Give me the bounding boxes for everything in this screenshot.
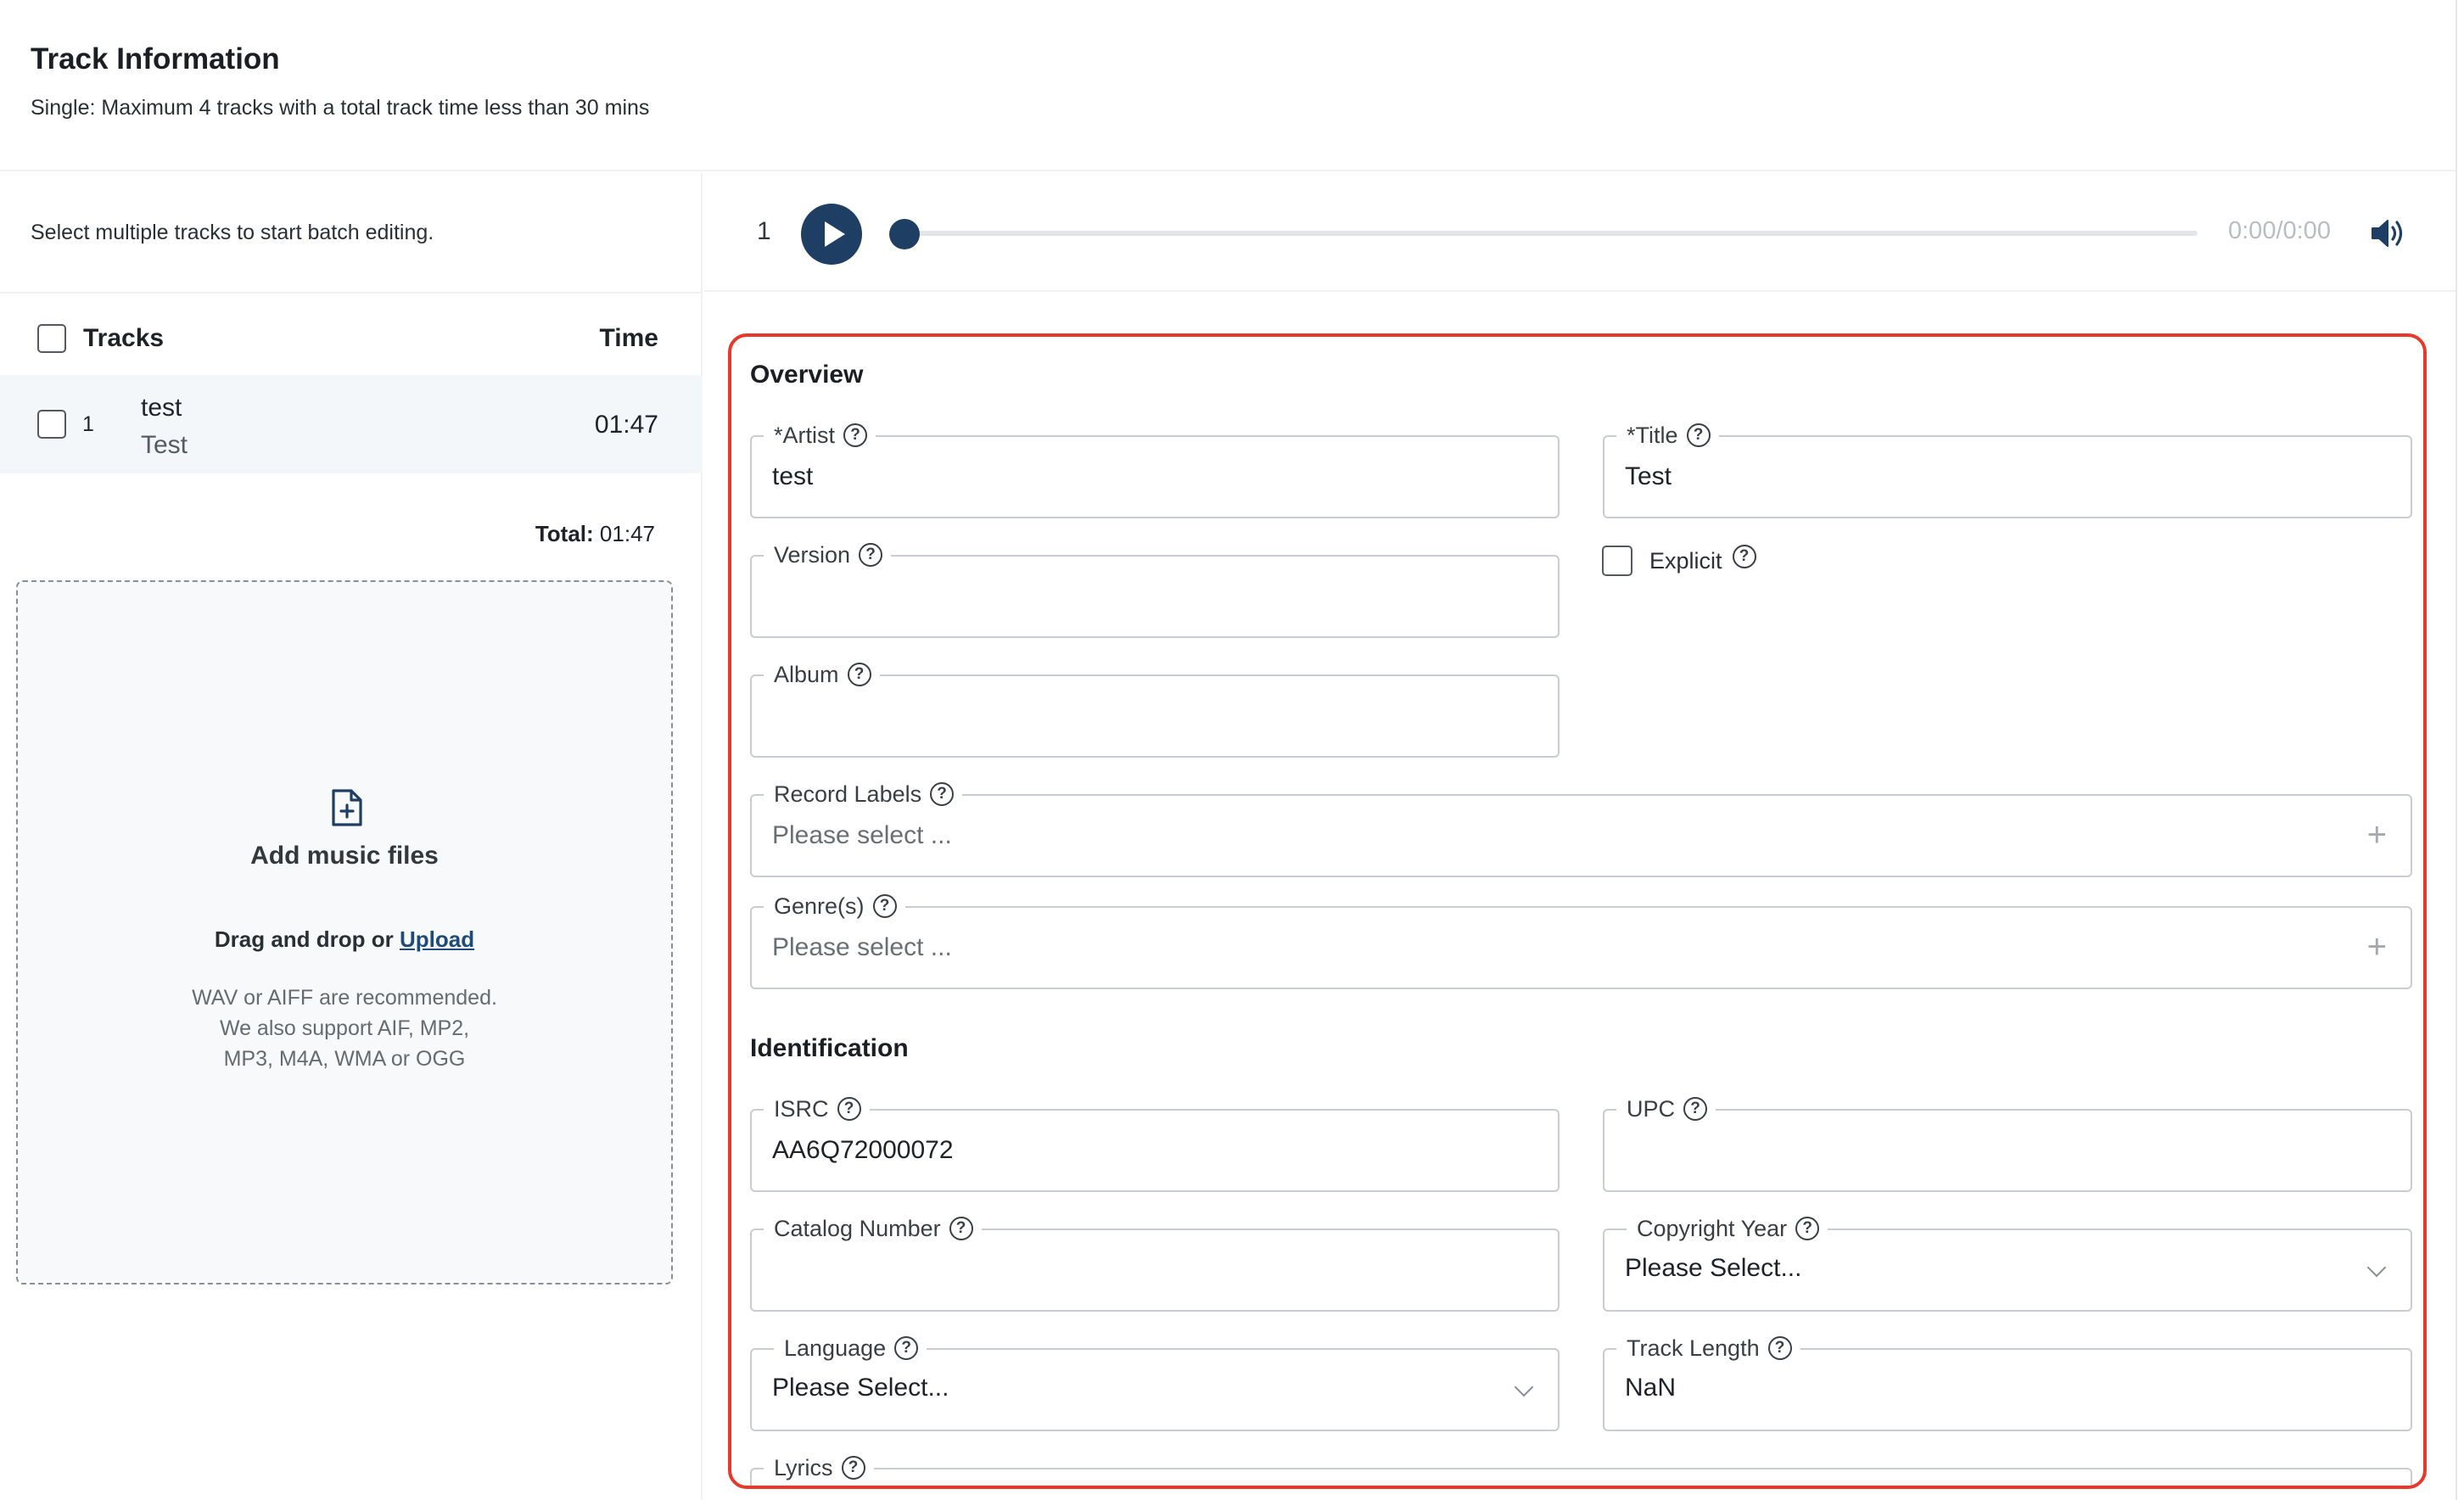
catalog-number-field[interactable]: Catalog Number? [750,1215,1560,1312]
help-icon[interactable]: ? [930,782,955,806]
chevron-down-icon[interactable] [2366,1257,2387,1278]
formats-line: MP3, M4A, WMA or OGG [223,1047,466,1071]
track-row[interactable]: 1 test Test 01:47 [0,375,703,473]
genres-label: Genre(s)? [764,893,905,920]
lyrics-field[interactable]: Lyrics? [750,1454,2412,1486]
lyrics-label: Lyrics? [764,1454,874,1481]
help-icon[interactable]: ? [894,1336,919,1360]
add-music-files-title: Add music files [250,842,439,870]
total-value: 01:47 [599,521,655,546]
version-label: Version? [764,541,892,568]
help-icon[interactable]: ? [1767,1336,1792,1360]
progress-handle[interactable] [889,219,920,249]
isrc-input[interactable]: AA6Q72000072 [772,1136,954,1165]
title-input[interactable]: Test [1625,462,1672,491]
album-label: Album? [764,661,880,688]
artist-field[interactable]: *Artist? test [750,422,1560,518]
chevron-down-icon[interactable] [1514,1377,1534,1397]
help-icon[interactable]: ? [847,663,871,686]
page-subtitle: Single: Maximum 4 tracks with a total tr… [31,96,650,120]
identification-section-title: Identification [750,1034,909,1062]
play-button[interactable] [801,204,862,265]
tracks-table-header: Tracks Time [0,294,703,378]
explicit-option[interactable]: Explicit ? [1602,545,1756,576]
track-checkbox[interactable] [37,410,66,439]
language-label: Language? [774,1335,927,1362]
language-value[interactable]: Please Select... [772,1374,949,1402]
help-icon[interactable]: ? [1686,423,1711,447]
catalog-number-label: Catalog Number? [764,1215,982,1242]
player-track-number: 1 [757,217,771,245]
explicit-label: Explicit [1649,547,1722,574]
select-all-checkbox[interactable] [37,324,66,353]
upload-link[interactable]: Upload [400,926,474,952]
track-metadata-form: Overview *Artist? test *Title? Test Vers… [728,333,2427,1489]
file-add-icon [332,789,362,826]
copyright-year-label: Copyright Year? [1627,1215,1828,1242]
track-artist: Test [141,431,188,459]
track-length-label: Track Length? [1616,1335,1800,1362]
track-length-field[interactable]: Track Length? NaN [1603,1335,2412,1431]
explicit-checkbox[interactable] [1602,546,1632,576]
title-label: *Title? [1616,422,1719,449]
help-icon[interactable]: ? [1795,1217,1820,1240]
track-number: 1 [82,412,94,436]
overview-section-title: Overview [750,361,864,389]
track-length-value[interactable]: NaN [1625,1374,1676,1402]
isrc-label: ISRC? [764,1095,870,1122]
artist-label: *Artist? [764,422,876,449]
track-list-panel: Select multiple tracks to start batch ed… [0,173,703,1500]
timecode: 0:00/0:00 [2228,217,2331,244]
help-icon[interactable]: ? [1683,1097,1708,1121]
genres-field[interactable]: Genre(s)? Please select ... + [750,893,2412,989]
album-field[interactable]: Album? [750,661,1560,758]
help-icon[interactable]: ? [837,1097,861,1121]
music-dropzone[interactable]: Add music files Drag and drop or Upload … [16,580,673,1285]
supported-formats: WAV or AIFF are recommended. We also sup… [18,982,671,1074]
total-label: Total: [535,521,594,546]
page-title: Track Information [31,42,280,76]
language-select[interactable]: Language? Please Select... [750,1335,1560,1431]
record-labels-placeholder[interactable]: Please select ... [772,821,952,850]
isrc-field[interactable]: ISRC? AA6Q72000072 [750,1095,1560,1192]
track-name: test [141,394,182,422]
volume-icon[interactable] [2369,215,2405,251]
help-icon[interactable]: ? [1732,545,1756,568]
artist-input[interactable]: test [772,462,813,491]
title-field[interactable]: *Title? Test [1603,422,2412,518]
help-icon[interactable]: ? [872,894,897,918]
page-header: Track Information Single: Maximum 4 trac… [0,0,2456,171]
track-duration: 01:47 [594,411,658,439]
record-labels-label: Record Labels? [764,781,963,808]
version-field[interactable]: Version? [750,541,1560,638]
total-duration: Total: 01:47 [535,521,655,547]
help-icon[interactable]: ? [843,423,868,447]
help-icon[interactable]: ? [859,543,883,567]
upc-label: UPC? [1616,1095,1716,1122]
formats-line: We also support AIF, MP2, [219,1016,470,1040]
help-icon[interactable]: ? [841,1456,865,1480]
tracks-column-header: Tracks [83,324,165,352]
drag-drop-label: Drag and drop or [214,926,394,952]
copyright-year-select[interactable]: Copyright Year? Please Select... [1603,1215,2412,1312]
scrollbar-edge [2456,0,2457,1500]
formats-line: WAV or AIFF are recommended. [192,986,497,1010]
drag-drop-text: Drag and drop or Upload [18,926,671,953]
batch-edit-hint: Select multiple tracks to start batch ed… [31,221,434,244]
help-icon[interactable]: ? [949,1217,973,1240]
copyright-year-value[interactable]: Please Select... [1625,1254,1801,1283]
progress-bar[interactable] [904,231,2198,236]
plus-icon[interactable]: + [2367,816,2387,854]
upc-field[interactable]: UPC? [1603,1095,2412,1192]
time-column-header: Time [599,324,658,352]
genres-placeholder[interactable]: Please select ... [772,933,952,962]
plus-icon[interactable]: + [2367,928,2387,966]
record-labels-field[interactable]: Record Labels? Please select ... + [750,781,2412,877]
audio-player: 1 0:00/0:00 [704,173,2456,292]
